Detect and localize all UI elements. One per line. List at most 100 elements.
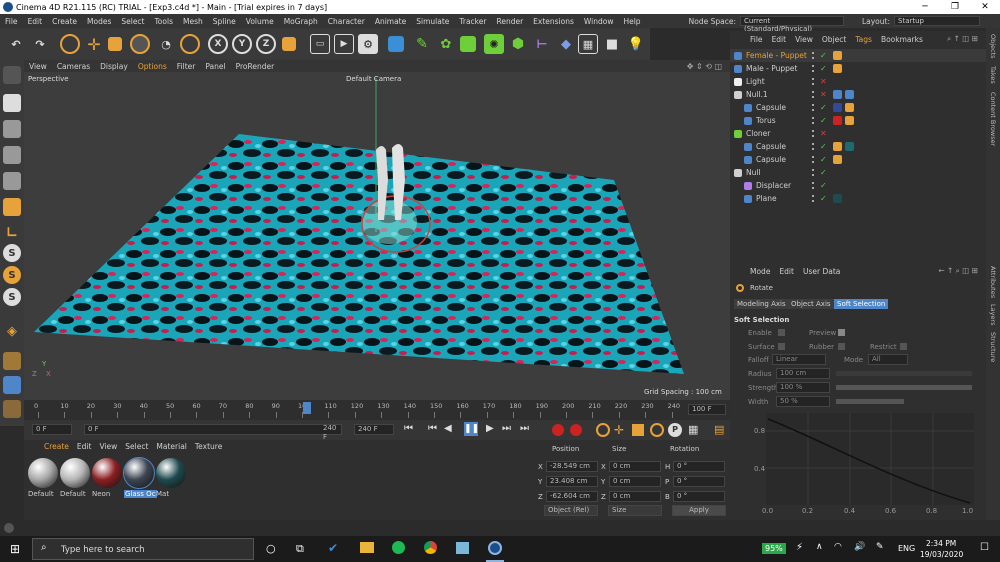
make-editable-icon[interactable] xyxy=(3,66,21,84)
enabled-toggle[interactable]: ✓ xyxy=(820,103,827,112)
vp-menu-filter[interactable]: Filter xyxy=(172,62,201,71)
object-tag-icon[interactable] xyxy=(833,90,842,99)
strength-slider[interactable] xyxy=(836,385,972,390)
wifi-icon[interactable]: ◠ xyxy=(834,542,842,552)
maximize-button[interactable]: ❐ xyxy=(940,0,970,14)
position-x-field[interactable]: -28.549 cm xyxy=(546,461,598,472)
position-z-field[interactable]: -62.604 cm xyxy=(546,491,598,502)
visibility-toggle[interactable] xyxy=(812,182,818,189)
mat-menu-create[interactable]: Create xyxy=(44,442,69,451)
object-row[interactable]: Displacer ✓ xyxy=(730,179,986,192)
restrict-checkbox[interactable] xyxy=(900,343,907,350)
visibility-toggle[interactable] xyxy=(812,195,818,202)
visibility-toggle[interactable] xyxy=(812,156,818,163)
node-space-dropdown[interactable]: Current (Standard/Physical) xyxy=(739,16,844,33)
polygons-mode-icon[interactable] xyxy=(3,198,21,216)
strength-field[interactable]: 100 % xyxy=(776,382,830,393)
chrome-icon[interactable] xyxy=(424,541,437,554)
menu-window[interactable]: Window xyxy=(579,17,619,26)
coordinate-system-icon[interactable] xyxy=(180,34,200,54)
enabled-toggle[interactable]: ✓ xyxy=(820,51,827,60)
preview-checkbox[interactable] xyxy=(838,329,845,336)
size-mode-dropdown[interactable]: Size xyxy=(608,505,662,516)
world-coordinates-icon[interactable] xyxy=(282,37,296,51)
lock-x-axis-button[interactable]: X xyxy=(208,34,228,54)
keyframe-selection-icon[interactable] xyxy=(596,423,610,437)
object-name[interactable]: Female - Puppet xyxy=(746,51,816,60)
snap-settings-icon[interactable]: S xyxy=(3,266,21,284)
layout-dropdown[interactable]: Startup xyxy=(894,16,980,26)
enabled-toggle[interactable]: ✓ xyxy=(820,168,827,177)
clock-date[interactable]: 19/03/2020 xyxy=(920,550,963,559)
floor-icon[interactable]: ▦ xyxy=(578,34,598,54)
menu-volume[interactable]: Volume xyxy=(241,17,279,26)
object-tag-icon[interactable] xyxy=(833,142,842,151)
scale-icon[interactable] xyxy=(108,37,122,51)
light-icon[interactable]: 💡 xyxy=(626,34,646,54)
spotify-icon[interactable] xyxy=(392,541,405,554)
visibility-toggle[interactable] xyxy=(812,117,818,124)
obj-menu-view[interactable]: View xyxy=(795,35,813,44)
object-row[interactable]: Null ✓ xyxy=(730,166,986,179)
object-name[interactable]: Null xyxy=(746,168,816,177)
mat-menu-texture[interactable]: Texture xyxy=(195,442,222,451)
size-y-field[interactable]: 0 cm xyxy=(609,476,661,487)
menu-create[interactable]: Create xyxy=(47,17,82,26)
autokeying-icon[interactable] xyxy=(570,424,582,436)
enabled-toggle[interactable]: ✓ xyxy=(820,116,827,125)
object-tag-icon[interactable] xyxy=(833,155,842,164)
lock-z-axis-button[interactable]: Z xyxy=(256,34,276,54)
vp-menu-cameras[interactable]: Cameras xyxy=(52,62,95,71)
object-name[interactable]: Cloner xyxy=(746,129,816,138)
vp-menu-panel[interactable]: Panel xyxy=(200,62,230,71)
size-z-field[interactable]: 0 cm xyxy=(609,491,661,502)
object-tag-icon[interactable] xyxy=(833,116,842,125)
current-frame-field[interactable]: 100 F xyxy=(688,404,726,415)
radius-slider[interactable] xyxy=(836,371,972,376)
vp-menu-display[interactable]: Display xyxy=(95,62,133,71)
position-y-field[interactable]: 23.408 cm xyxy=(546,476,598,487)
object-tag-icon[interactable] xyxy=(845,103,854,112)
volume-icon[interactable]: 🔊 xyxy=(854,542,865,552)
mat-menu-select[interactable]: Select xyxy=(125,442,148,451)
obj-menu-object[interactable]: Object xyxy=(822,35,846,44)
battery-percent[interactable]: 95% xyxy=(762,543,786,554)
menu-tracker[interactable]: Tracker xyxy=(454,17,491,26)
pen-icon[interactable]: ✎ xyxy=(876,542,884,552)
obj-menu-tags[interactable]: Tags xyxy=(855,35,872,44)
mat-menu-material[interactable]: Material xyxy=(156,442,186,451)
planar-workplane-icon[interactable] xyxy=(3,400,21,418)
model-mode-icon[interactable] xyxy=(3,94,21,112)
object-tag-icon[interactable] xyxy=(833,51,842,60)
timeline-window-icon[interactable]: ▤ xyxy=(714,423,724,436)
menu-render[interactable]: Render xyxy=(491,17,528,26)
key-pla-icon[interactable]: ▦ xyxy=(688,423,698,436)
key-parameter-icon[interactable]: P xyxy=(668,423,682,437)
object-row[interactable]: Capsule ✓ xyxy=(730,101,986,114)
mode-dropdown[interactable]: All xyxy=(868,354,908,365)
visibility-toggle[interactable] xyxy=(812,65,818,72)
enabled-toggle[interactable]: ✕ xyxy=(820,129,827,138)
radius-field[interactable]: 100 cm xyxy=(776,368,830,379)
material-swatch-mat[interactable] xyxy=(156,458,186,488)
quantize-icon[interactable]: S xyxy=(3,288,21,306)
visibility-toggle[interactable] xyxy=(812,169,818,176)
rotation-p-field[interactable]: 0 ° xyxy=(673,476,725,487)
right-tab[interactable]: Structure xyxy=(989,332,997,362)
clock-time[interactable]: 2:34 PM xyxy=(926,539,956,548)
close-button[interactable]: ✕ xyxy=(970,0,1000,14)
edges-mode-icon[interactable] xyxy=(3,172,21,190)
previous-frame-icon[interactable]: ◀ xyxy=(444,423,452,434)
right-tab[interactable]: Content Browser xyxy=(989,92,997,146)
playhead[interactable] xyxy=(303,402,311,414)
size-x-field[interactable]: 0 cm xyxy=(609,461,661,472)
attr-menu-user-data[interactable]: User Data xyxy=(803,267,840,276)
language-indicator[interactable]: ENG xyxy=(898,544,915,553)
task-view-icon[interactable]: ⧉ xyxy=(296,542,304,556)
object-manager-search-icon[interactable]: ⌕ ↑ ◫ ⊞ xyxy=(947,34,978,44)
menu-mograph[interactable]: MoGraph xyxy=(279,17,323,26)
windows-start-icon[interactable]: ⊞ xyxy=(10,542,20,556)
object-tag-icon[interactable] xyxy=(833,103,842,112)
object-row[interactable]: Light ✕ xyxy=(730,75,986,88)
rubber-checkbox[interactable] xyxy=(838,343,845,350)
